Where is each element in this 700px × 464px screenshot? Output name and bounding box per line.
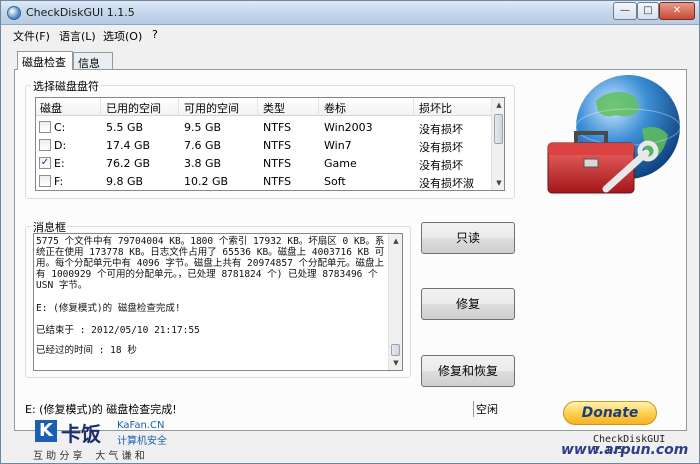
readonly-button[interactable]: 只读 [421,222,515,254]
disk-used: 76.2 GB [106,157,151,170]
disk-status: 没有损坏淑 [419,177,474,190]
disk-selection-label: 选择磁盘盘符 [31,78,101,94]
kafan-site: KaFan.CN [117,420,165,431]
disk-free: 9.5 GB [184,121,222,134]
scroll-up-icon[interactable]: ▲ [492,98,504,112]
col-divider[interactable] [257,98,258,116]
app-icon [7,6,21,20]
app-window: CheckDiskGUI 1.1.5 — □ ✕ 文件(F) 语言(L) 选项(… [0,0,700,464]
scroll-up-icon[interactable]: ▲ [389,234,402,248]
disk-type: NTFS [263,121,292,134]
kafan-tagline: 计算机安全 [117,436,167,447]
col-divider[interactable] [178,98,179,116]
disk-drive: D: [54,139,67,152]
disk-row-c[interactable]: C: 5.5 GB 9.5 GB NTFS Win2003 没有损坏 [36,118,492,137]
message-ended-time: 已结束于 : 2012/05/10 21:17:55 [36,325,200,336]
col-divider[interactable] [413,98,414,116]
donate-button[interactable]: Donate [563,401,657,425]
minimize-button[interactable]: — [613,2,637,20]
close-button[interactable]: ✕ [659,2,695,20]
disk-label: Game [324,157,357,170]
disk-status: 没有损坏 [419,159,463,172]
disk-used: 5.5 GB [106,121,144,134]
kafan-watermark: K 卡饭 KaFan.CN 计算机安全 互 助 分 享 大 气 谦 和 [13,418,213,464]
col-drive[interactable]: 磁盘 [40,100,62,116]
disk-row-d[interactable]: D: 17.4 GB 7.6 GB NTFS Win7 没有损坏 [36,136,492,155]
disk-checkbox-d[interactable] [39,139,51,151]
disk-repair-illustration [547,75,681,194]
scroll-down-icon[interactable]: ▼ [492,176,504,190]
col-status[interactable]: 损坏比 [419,100,452,116]
disk-checkbox-f[interactable] [39,175,51,187]
message-log[interactable]: 5775 个文件中有 79704004 KB。1800 个索引 17932 KB… [33,233,403,371]
disk-label: Win7 [324,139,352,152]
disk-status: 没有损坏 [419,123,463,136]
disk-list-header: 磁盘 已用的空间 可用的空间 类型 卷标 损坏比 [36,98,492,116]
disk-type: NTFS [263,157,292,170]
maximize-button[interactable]: □ [637,2,659,20]
title-bar[interactable]: CheckDiskGUI 1.1.5 — □ ✕ [1,1,699,25]
status-bar: E: (修复模式)的 磁盘检查完成! 空闲 [23,401,513,417]
disk-list-scrollbar[interactable]: ▲ ▼ [491,98,504,190]
col-label[interactable]: 卷标 [324,100,346,116]
menu-file[interactable]: 文件(F) [13,28,50,44]
disk-status: 没有损坏 [419,141,463,154]
scroll-down-icon[interactable]: ▼ [389,356,402,370]
window-title: CheckDiskGUI 1.1.5 [26,6,135,19]
menu-bar: 文件(F) 语言(L) 选项(O) ? [1,26,699,44]
menu-help[interactable]: ? [152,28,158,41]
message-elapsed-time: 已经过的时间 : 18 秒 [36,345,137,356]
disk-type: NTFS [263,139,292,152]
disk-row-f[interactable]: F: 9.8 GB 10.2 GB NTFS Soft 没有损坏淑 [36,172,492,190]
col-divider[interactable] [318,98,319,116]
disk-free: 10.2 GB [184,175,229,188]
message-complete: E: (修复模式)的 磁盘检查完成! [36,303,181,314]
repair-button[interactable]: 修复 [421,288,515,320]
scroll-thumb[interactable] [494,114,503,144]
col-type[interactable]: 类型 [263,100,285,116]
kafan-logo-icon: K [35,420,57,442]
disk-drive: F: [54,175,64,188]
disk-label: Win2003 [324,121,373,134]
tab-info[interactable]: 信息 [73,52,113,70]
disk-free: 3.8 GB [184,157,222,170]
disk-drive: E: [54,157,65,170]
disk-used: 17.4 GB [106,139,151,152]
tab-disk-check[interactable]: 磁盘检查 [17,51,73,70]
kafan-motto: 互 助 分 享 大 气 谦 和 [33,451,145,462]
disk-label: Soft [324,175,346,188]
disk-used: 9.8 GB [106,175,144,188]
disk-free: 7.6 GB [184,139,222,152]
scroll-thumb[interactable] [391,344,400,356]
menu-options[interactable]: 选项(O) [103,28,142,44]
col-divider[interactable] [100,98,101,116]
message-log-text: 5775 个文件中有 79704004 KB。1800 个索引 17932 KB… [36,236,385,291]
disk-list[interactable]: 磁盘 已用的空间 可用的空间 类型 卷标 损坏比 C: 5.5 GB 9.5 G… [35,97,505,191]
col-used[interactable]: 已用的空间 [106,100,161,116]
disk-type: NTFS [263,175,292,188]
disk-checkbox-e[interactable]: ✓ [39,157,51,169]
disk-row-e[interactable]: ✓ E: 76.2 GB 3.8 GB NTFS Game 没有损坏 [36,154,492,173]
repair-recover-button[interactable]: 修复和恢复 [421,355,515,387]
arpun-watermark: www.arpun.com [561,442,689,458]
disk-checkbox-c[interactable] [39,121,51,133]
status-state: 空闲 [473,401,498,417]
menu-language[interactable]: 语言(L) [59,28,96,44]
col-free[interactable]: 可用的空间 [184,100,239,116]
disk-drive: C: [54,121,66,134]
status-text: E: (修复模式)的 磁盘检查完成! [25,403,177,416]
message-log-scrollbar[interactable]: ▲ ▼ [388,234,402,370]
kafan-brand: 卡饭 [61,422,101,446]
